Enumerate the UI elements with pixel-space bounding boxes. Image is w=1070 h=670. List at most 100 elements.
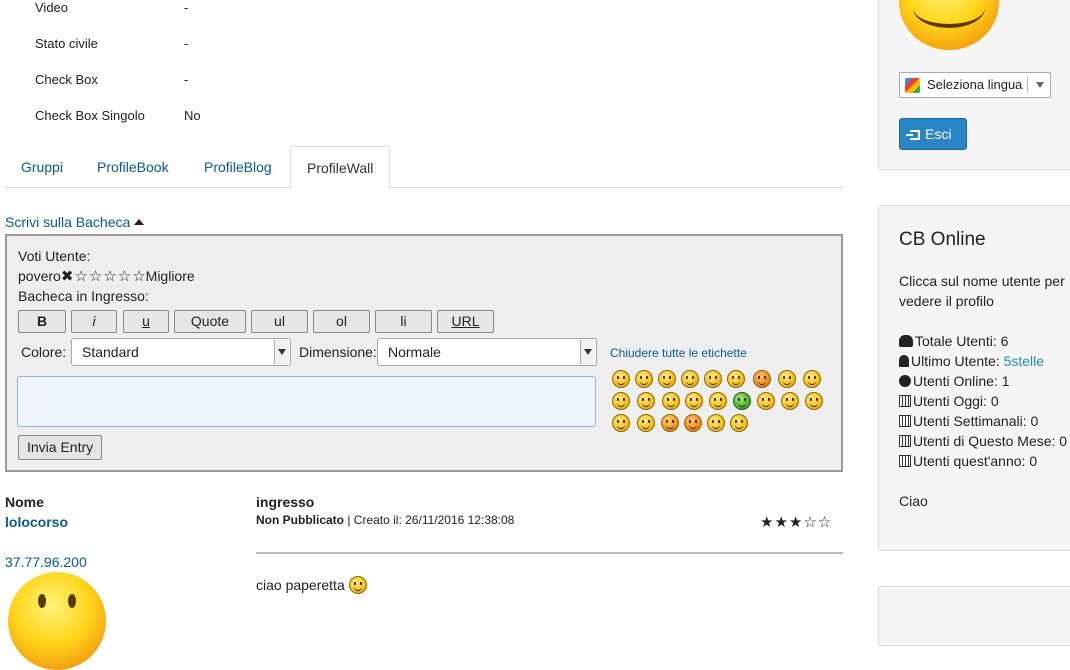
next-panel — [878, 586, 1070, 646]
write-wall-label: Scrivi sulla Bacheca — [5, 214, 131, 230]
logout-label: Esci — [925, 126, 952, 142]
wink-icon[interactable] — [635, 370, 653, 388]
tab-profilebook[interactable]: ProfileBook — [81, 146, 185, 188]
laugh-icon[interactable] — [704, 370, 722, 388]
user-icon — [899, 355, 909, 367]
write-wall-toggle[interactable]: Scrivi sulla Bacheca — [5, 214, 145, 230]
field-label: Stato civile — [35, 36, 98, 51]
color-select[interactable]: Standard — [71, 338, 291, 366]
circle-icon — [899, 375, 911, 387]
entry-divider — [256, 552, 843, 554]
inbox-label: Bacheca in Ingresso: — [18, 288, 149, 304]
language-select-label: Seleziona lingua — [927, 77, 1023, 92]
close-all-labels-link[interactable]: Chiudere tutte le etichette — [610, 346, 747, 360]
star-icon[interactable]: ☆ — [89, 268, 102, 285]
tab-profilewall[interactable]: ProfileWall — [290, 146, 391, 189]
dead-icon[interactable] — [612, 414, 630, 432]
last-user-link[interactable]: 5stelle — [1004, 353, 1044, 369]
star-icon[interactable]: ☆ — [132, 268, 145, 285]
stat-label: Utenti di Questo Mese: — [913, 433, 1060, 449]
li-button[interactable]: li — [375, 310, 432, 333]
field-value: No — [184, 108, 201, 123]
entry-ip-link[interactable]: 37.77.96.200 — [5, 554, 87, 570]
color-select-value: Standard — [82, 344, 139, 360]
language-select[interactable]: Seleziona lingua — [899, 72, 1051, 98]
rating-high-label: Migliore — [145, 268, 195, 284]
sign-out-icon — [906, 130, 920, 140]
confused-icon[interactable] — [709, 392, 727, 410]
rolleyes-icon[interactable] — [781, 392, 799, 410]
column-entry-header: ingresso — [256, 494, 315, 510]
stat-label: Ultimo Utente: — [911, 353, 1004, 369]
field-value: - — [184, 36, 189, 51]
embarrassed-icon[interactable] — [684, 414, 702, 432]
url-button[interactable]: URL — [437, 310, 494, 333]
stat-value: 0 — [990, 393, 999, 409]
ol-button[interactable]: ol — [313, 310, 370, 333]
column-name-header: Nome — [5, 494, 44, 510]
cb-online-hint-1: Clicca sul nome utente per — [899, 273, 1065, 289]
stat-last-user: Ultimo Utente: 5stelle — [899, 353, 1044, 369]
star-icon[interactable]: ☆ — [74, 268, 87, 285]
quote-button[interactable]: Quote — [174, 310, 246, 333]
rating-low-label: povero — [18, 268, 61, 284]
tab-gruppi[interactable]: Gruppi — [5, 146, 79, 188]
entry-author-link[interactable]: lolocorso — [5, 514, 68, 530]
size-select-value: Normale — [388, 344, 441, 360]
stat-online-users: Utenti Online: 1 — [899, 373, 1010, 389]
field-value: - — [184, 72, 189, 87]
wall-form: Voti Utente: povero✖☆☆☆☆☆Migliore Bachec… — [5, 234, 843, 472]
stat-label: Totale Utenti: — [915, 333, 1001, 349]
tab-profileblog[interactable]: ProfileBlog — [188, 146, 288, 188]
entry-created: | Creato il: 26/11/2016 12:38:08 — [344, 513, 515, 527]
sick-icon[interactable] — [733, 392, 751, 410]
users-icon — [899, 335, 913, 347]
rating-label: Voti Utente: — [18, 248, 91, 264]
grin-icon[interactable] — [681, 370, 699, 388]
wall-message-input[interactable] — [17, 376, 596, 427]
star-icon[interactable]: ☆ — [103, 268, 116, 285]
field-label: Video — [35, 0, 69, 15]
ul-button[interactable]: ul — [251, 310, 308, 333]
cool-icon[interactable] — [658, 370, 676, 388]
shocked-icon[interactable] — [803, 370, 821, 388]
tongue-icon[interactable] — [637, 392, 655, 410]
logout-button[interactable]: Esci — [899, 118, 967, 150]
frown-icon[interactable] — [805, 392, 823, 410]
tongue-out-icon — [348, 576, 367, 594]
clear-rating-icon[interactable]: ✖ — [61, 268, 74, 285]
star-icon[interactable]: ☆ — [118, 268, 131, 285]
tongue-out-icon[interactable] — [730, 414, 748, 432]
big-eyes-icon[interactable] — [612, 392, 630, 410]
calendar-icon — [899, 435, 911, 447]
smile-icon[interactable] — [612, 370, 630, 388]
submit-entry-button[interactable]: Invia Entry — [18, 435, 103, 460]
angry-icon[interactable] — [685, 392, 703, 410]
sad-icon[interactable] — [662, 392, 680, 410]
size-select[interactable]: Normale — [377, 338, 597, 366]
worried-icon[interactable] — [757, 392, 775, 410]
stat-value: 0 — [1030, 413, 1039, 429]
cb-online-title: CB Online — [899, 229, 986, 250]
neutral-icon[interactable] — [637, 414, 655, 432]
whistle-icon[interactable] — [707, 414, 725, 432]
stat-label: Utenti Online: — [913, 373, 1002, 389]
underline-button[interactable]: u — [123, 310, 169, 333]
calendar-icon — [899, 455, 911, 467]
nerd-icon[interactable] — [778, 370, 796, 388]
stat-label: Utenti Oggi: — [913, 393, 991, 409]
field-label: Check Box Singolo — [35, 108, 145, 123]
cb-online-hint-2: vedere il profilo — [899, 293, 994, 309]
surprised-icon[interactable] — [753, 370, 771, 388]
stat-users-month: Utenti di Questo Mese: 0 — [899, 433, 1067, 449]
stat-value: 0 — [1029, 453, 1038, 469]
happy-icon[interactable] — [727, 370, 745, 388]
caret-up-icon — [134, 219, 145, 225]
bold-button[interactable]: B — [18, 310, 66, 333]
stat-value: 6 — [1000, 333, 1009, 349]
google-icon — [905, 78, 920, 93]
color-label: Colore: — [21, 344, 67, 360]
devil-icon[interactable] — [661, 414, 679, 432]
entry-status: Non Pubblicato — [256, 513, 344, 527]
italic-button[interactable]: i — [71, 310, 117, 333]
